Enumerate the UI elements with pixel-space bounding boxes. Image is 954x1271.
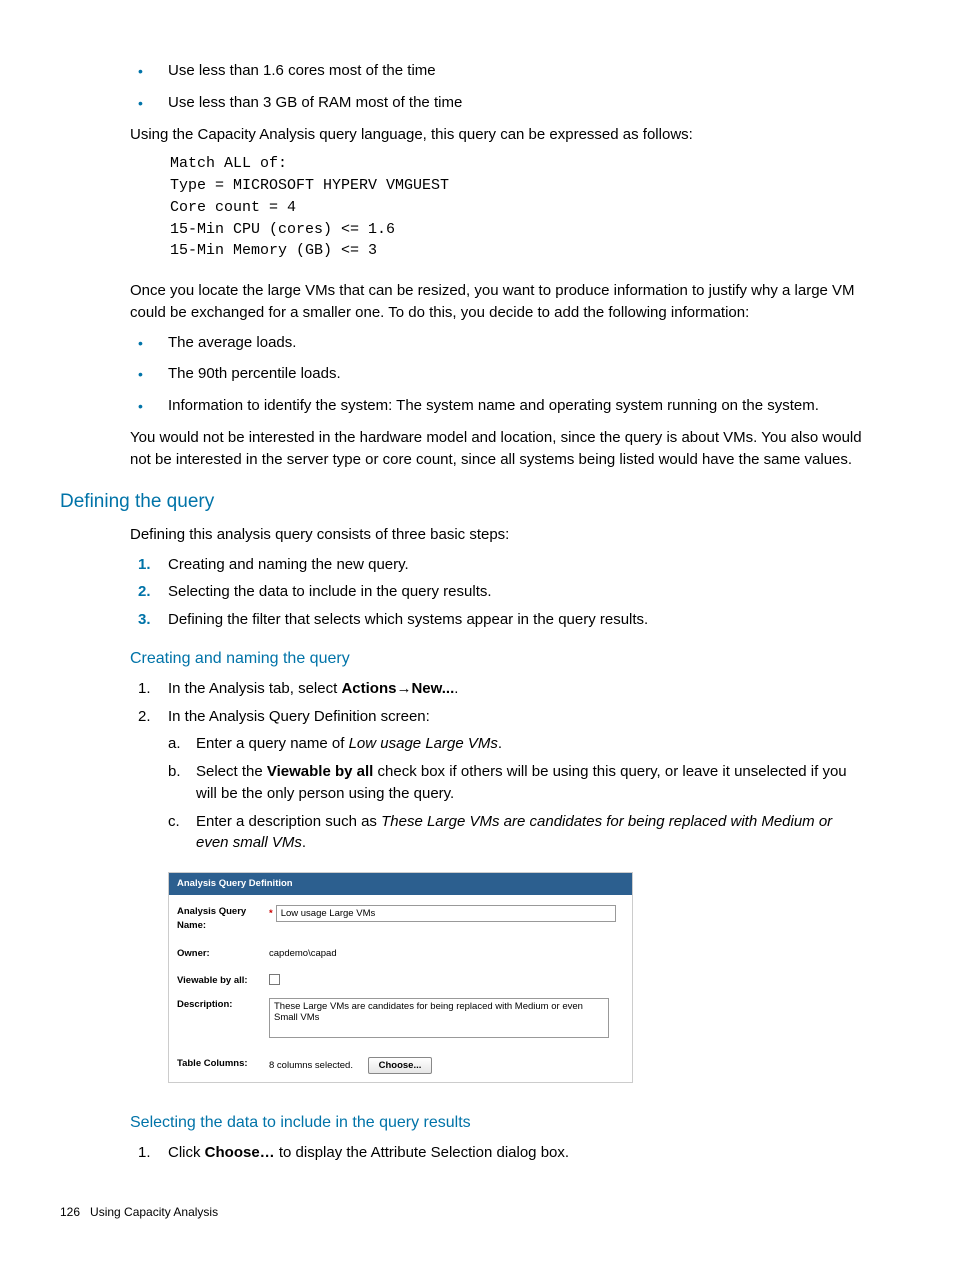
intro-paragraph: Using the Capacity Analysis query langua… xyxy=(130,124,864,146)
heading-creating-query: Creating and naming the query xyxy=(130,647,864,670)
viewable-by-all-checkbox[interactable] xyxy=(269,974,280,985)
viewable-label: Viewable by all: xyxy=(177,974,269,988)
description-input[interactable] xyxy=(269,998,609,1038)
list-item: Information to identify the system: The … xyxy=(130,395,864,417)
owner-label: Owner: xyxy=(177,947,269,961)
text: Click xyxy=(168,1144,205,1161)
table-columns-label: Table Columns: xyxy=(177,1057,269,1071)
heading-selecting-data: Selecting the data to include in the que… xyxy=(130,1111,864,1134)
justify-paragraph: Once you locate the large VMs that can b… xyxy=(130,280,864,324)
page-footer: 126 Using Capacity Analysis xyxy=(60,1204,894,1221)
list-item: Select the Viewable by all check box if … xyxy=(168,761,864,805)
actions-label: Actions xyxy=(341,680,396,697)
name-label: Analysis Query Name: xyxy=(177,905,269,933)
text: Enter a query name of xyxy=(196,735,349,752)
text: . xyxy=(302,834,306,851)
viewable-by-all-label: Viewable by all xyxy=(267,763,373,780)
arrow-icon: → xyxy=(396,680,411,697)
page-number: 126 xyxy=(60,1205,80,1219)
list-item: In the Analysis tab, select Actions→New.… xyxy=(130,678,864,700)
columns-selected-status: 8 columns selected. xyxy=(269,1060,353,1071)
choose-button[interactable]: Choose... xyxy=(368,1057,433,1074)
list-item: Use less than 3 GB of RAM most of the ti… xyxy=(130,92,864,114)
text: In the Analysis tab, select xyxy=(168,680,341,697)
define-intro: Defining this analysis query consists of… xyxy=(130,524,864,546)
new-label: New... xyxy=(411,680,454,697)
owner-value: capdemo\capad xyxy=(269,947,624,961)
list-item: Defining the filter that selects which s… xyxy=(130,609,864,631)
query-code-block: Match ALL of: Type = MICROSOFT HYPERV VM… xyxy=(170,153,864,262)
list-item: Enter a query name of Low usage Large VM… xyxy=(168,733,864,755)
text: Select the xyxy=(196,763,267,780)
list-item: The average loads. xyxy=(130,332,864,354)
heading-defining-query: Defining the query xyxy=(60,488,864,516)
list-item: Enter a description such as These Large … xyxy=(168,811,864,855)
dialog-title: Analysis Query Definition xyxy=(169,873,632,895)
footer-title: Using Capacity Analysis xyxy=(90,1205,218,1219)
list-item: The 90th percentile loads. xyxy=(130,363,864,385)
list-item: Selecting the data to include in the que… xyxy=(130,581,864,603)
creating-steps-list: In the Analysis tab, select Actions→New.… xyxy=(130,678,864,854)
creating-sub-list: Enter a query name of Low usage Large VM… xyxy=(168,733,864,854)
text: Enter a description such as xyxy=(196,813,381,830)
analysis-query-name-input[interactable] xyxy=(276,905,616,922)
list-item: In the Analysis Query Definition screen:… xyxy=(130,706,864,855)
choose-label: Choose… xyxy=(205,1144,275,1161)
define-steps-list: Creating and naming the new query. Selec… xyxy=(130,554,864,631)
list-item: Use less than 1.6 cores most of the time xyxy=(130,60,864,82)
text: . xyxy=(454,680,458,697)
required-icon: * xyxy=(269,908,273,919)
description-label: Description: xyxy=(177,998,269,1012)
query-name-example: Low usage Large VMs xyxy=(349,735,498,752)
text: In the Analysis Query Definition screen: xyxy=(168,708,430,725)
selecting-steps-list: Click Choose… to display the Attribute S… xyxy=(130,1142,864,1164)
text: to display the Attribute Selection dialo… xyxy=(275,1144,569,1161)
text: . xyxy=(498,735,502,752)
not-interested-paragraph: You would not be interested in the hardw… xyxy=(130,427,864,471)
list-item: Click Choose… to display the Attribute S… xyxy=(130,1142,864,1164)
list-item: Creating and naming the new query. xyxy=(130,554,864,576)
info-bullet-list: The average loads. The 90th percentile l… xyxy=(130,332,864,417)
analysis-query-definition-screenshot: Analysis Query Definition Analysis Query… xyxy=(168,872,633,1083)
intro-bullet-list: Use less than 1.6 cores most of the time… xyxy=(130,60,864,114)
